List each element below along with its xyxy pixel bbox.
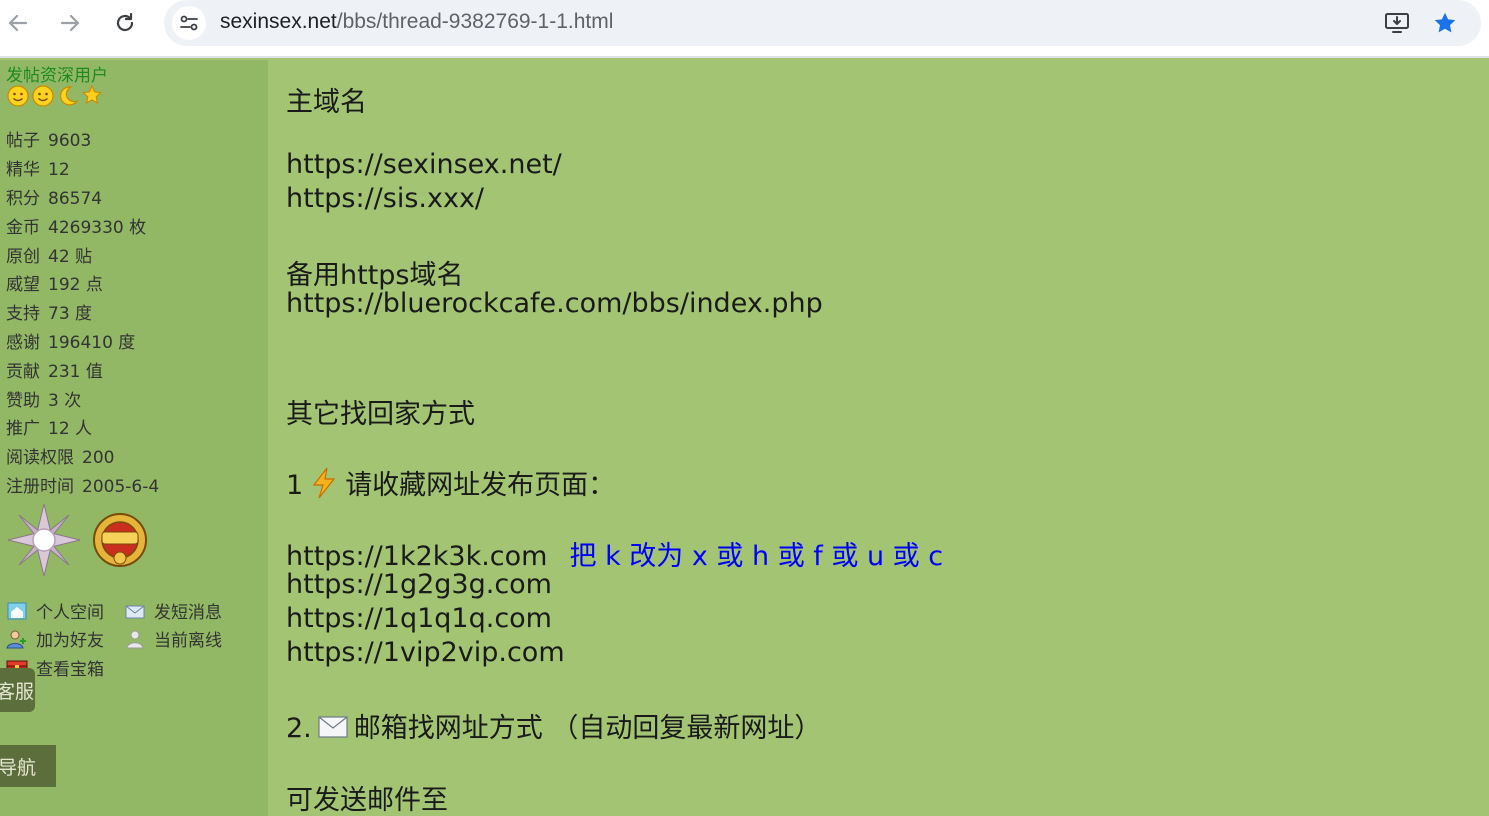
newbie-badge-icon (93, 513, 147, 567)
heading-other-methods: 其它找回家方式 (286, 399, 475, 430)
link-1g2g3g[interactable]: https://1g2g3g.com (286, 569, 552, 600)
rank-stars (6, 84, 103, 108)
stat-register-date: 注册时间 2005-6-4 (6, 477, 160, 497)
heading-main-domain: 主域名 (286, 87, 367, 118)
stat-points: 积分 86574 (6, 189, 103, 209)
link-replace-note: 把 k 改为 x 或 h 或 f 或 u 或 c (569, 541, 944, 572)
stat-posts: 帖子 9603 (6, 131, 92, 151)
lightning-icon (309, 467, 339, 506)
user-info-panel: 发帖资深用户 帖子 9603 精华 12 积分 86574 金币 4269330 枚 原… (0, 60, 268, 816)
send-message-link[interactable]: 发短消息 (124, 598, 222, 623)
link-1vip2vip[interactable]: https://1vip2vip.com (286, 637, 565, 668)
stat-digest: 精华 12 (6, 160, 70, 180)
add-friend-icon (6, 629, 28, 649)
sun-face-icon (32, 85, 54, 107)
stat-promotion: 推广 12 人 (6, 419, 93, 439)
envelope-icon (318, 714, 348, 745)
star-icon (82, 85, 102, 104)
heading-backup-domain: 备用https域名 (286, 260, 464, 291)
home-icon (6, 601, 28, 621)
moon-icon (60, 86, 79, 106)
step-1-text: 请收藏网址发布页面： (345, 470, 616, 501)
link-1k2k3k[interactable]: https://1k2k3k.com (286, 541, 547, 572)
link-1q1q1q[interactable]: https://1q1q1q.com (286, 603, 552, 634)
browser-toolbar: sexinsex.net/bbs/thread-9382769-1-1.html (0, 0, 1489, 58)
url-text[interactable]: sexinsex.net/bbs/thread-9382769-1-1.html (220, 10, 613, 34)
link-domain-2[interactable]: https://sis.xxx/ (286, 183, 484, 214)
sun-face-icon (7, 85, 29, 107)
step-2-number: 2. (286, 713, 312, 744)
step-2-text: 邮箱找网址方式 （自动回复最新网址） (353, 713, 822, 744)
reload-icon[interactable] (107, 6, 143, 40)
personal-space-link[interactable]: 个人空间 (6, 598, 104, 623)
stat-prestige: 威望 192 点 (6, 275, 103, 295)
online-status: 当前离线 (124, 626, 222, 651)
stat-gold: 金币 4269330 枚 (6, 218, 147, 238)
stat-sponsor: 赞助 3 次 (6, 391, 82, 411)
url-host: sexinsex.net (220, 10, 337, 33)
link-backup-1[interactable]: https://bluerockcafe.com/bbs/index.php (286, 288, 823, 319)
back-icon[interactable] (0, 6, 36, 40)
stat-original: 原创 42 贴 (6, 247, 93, 267)
customer-service-tab[interactable]: 客服 (0, 668, 35, 712)
stat-read-permission: 阅读权限 200 (6, 448, 115, 468)
link-domain-1[interactable]: https://sexinsex.net/ (286, 149, 562, 180)
offline-user-icon (124, 629, 146, 649)
add-friend-link[interactable]: 加为好友 (6, 626, 104, 651)
url-path: /bbs/thread-9382769-1-1.html (336, 10, 614, 33)
step-1-number: 1 (286, 470, 304, 501)
user-rank: 发帖资深用户 (6, 66, 108, 86)
link-row-1: https://1k2k3k.com 把 k 改为 x 或 h 或 f 或 u 或… (286, 534, 943, 573)
site-info-icon[interactable] (172, 6, 206, 40)
step-1: 1 请收藏网址发布页面： (286, 463, 615, 506)
address-bar[interactable]: sexinsex.net/bbs/thread-9382769-1-1.html (164, 0, 1481, 46)
silver-star-medal-icon (7, 503, 81, 577)
install-app-icon[interactable] (1382, 9, 1412, 37)
send-email-to: 可发送邮件至 (286, 785, 448, 816)
bookmark-star-icon[interactable] (1430, 9, 1460, 37)
message-icon (124, 601, 146, 621)
navigation-tab[interactable]: 导航 (0, 745, 56, 787)
stat-support: 支持 73 度 (6, 304, 93, 324)
forward-icon[interactable] (52, 6, 88, 40)
medal-row (6, 502, 152, 578)
stat-thanks: 感谢 196410 度 (6, 333, 136, 353)
stat-contribution: 贡献 231 值 (6, 362, 103, 382)
step-2: 2. 邮箱找网址方式 （自动回复最新网址） (286, 706, 821, 745)
